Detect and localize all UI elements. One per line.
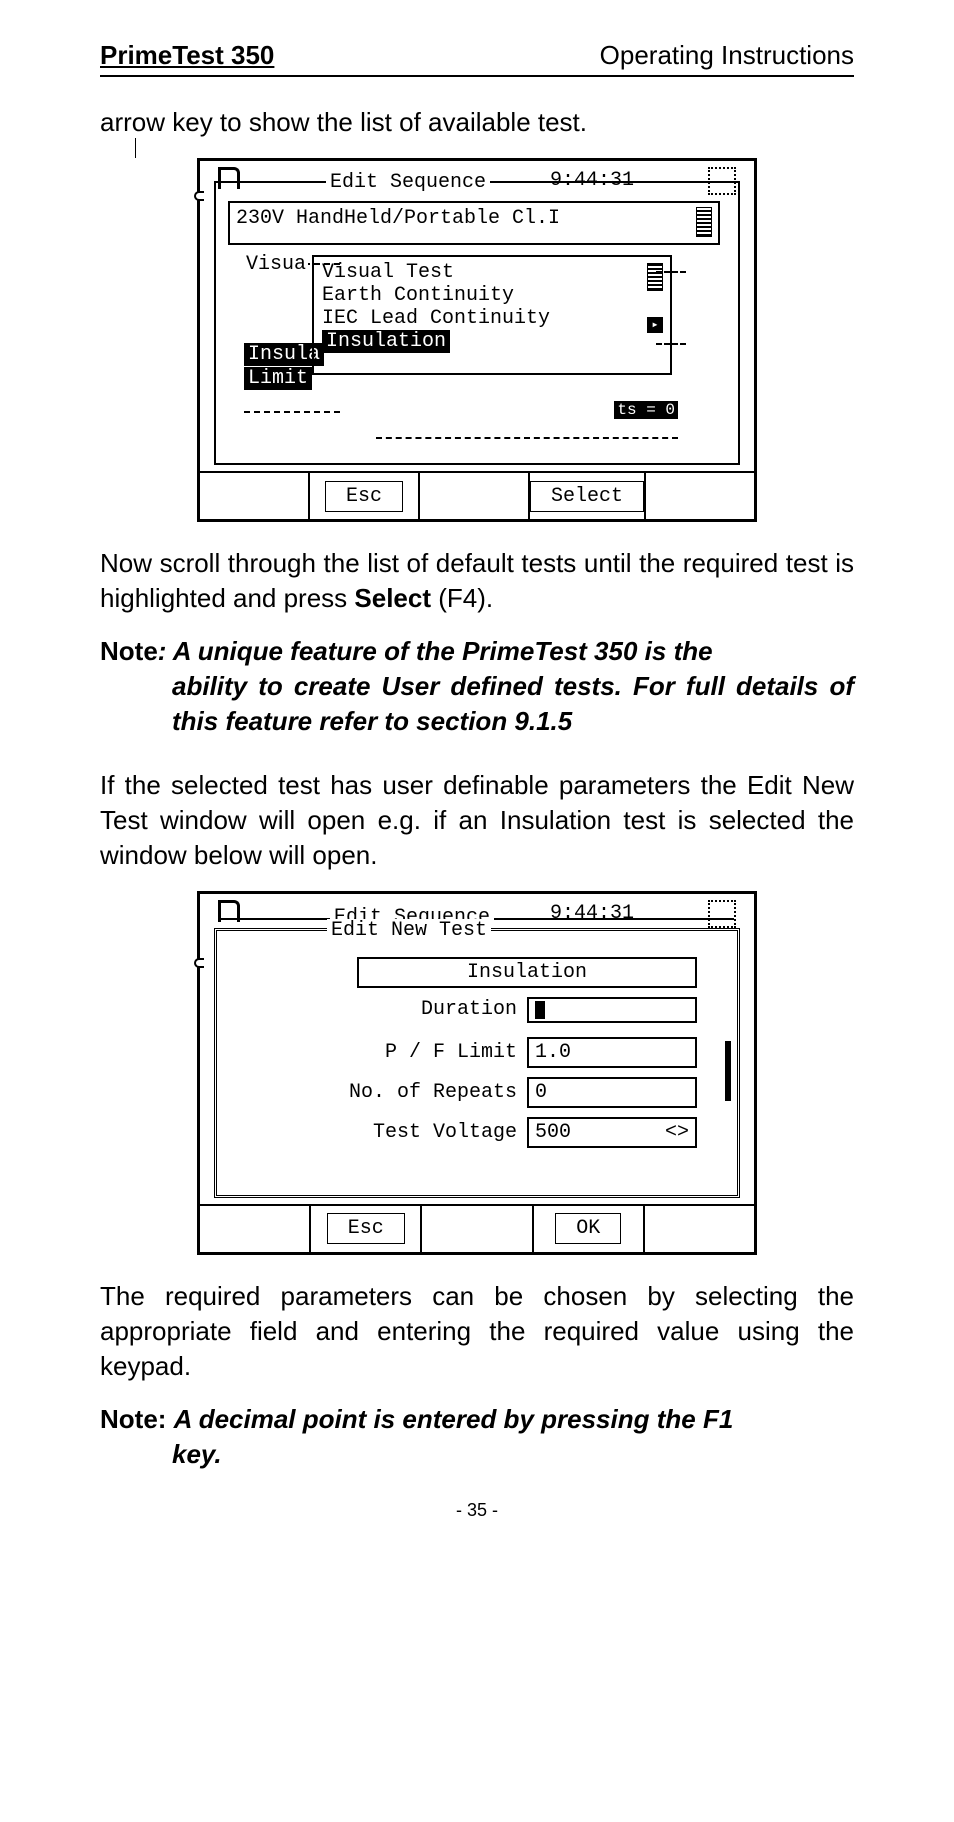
softkey-f5[interactable] (646, 473, 754, 519)
ok-button[interactable]: OK (555, 1213, 621, 1244)
list-item[interactable]: IEC Lead Continuity (322, 307, 662, 330)
softkey-f5[interactable] (645, 1206, 754, 1252)
softkey-select[interactable]: Select (530, 473, 646, 519)
repeats-row: No. of Repeats 0 (257, 1077, 697, 1108)
header-rule (100, 75, 854, 77)
test-type-field[interactable]: Insulation (357, 957, 697, 988)
header-left: PrimeTest 350 (100, 40, 274, 71)
dash-connector (656, 343, 686, 345)
panel-title: Edit Sequence (326, 171, 490, 194)
note-2: Note: A decimal point is entered by pres… (100, 1402, 854, 1472)
scroll-indicator-icon (696, 207, 712, 237)
device-screenshot-2: 9:44:31 Edit Sequence Edit New Test Insu… (197, 891, 757, 1255)
paragraph-4: The required parameters can be chosen by… (100, 1279, 854, 1384)
side-label-limit: Limit (244, 367, 312, 390)
softkey-esc[interactable]: Esc (311, 1206, 422, 1252)
battery-icon (708, 900, 736, 928)
repeats-input[interactable]: 0 (527, 1077, 697, 1108)
clock: 9:44:31 (550, 902, 634, 925)
arrows-icon[interactable]: <> (665, 1121, 689, 1144)
edit-new-test-panel: Edit New Test Insulation Duration P / F … (214, 928, 740, 1198)
softkey-esc[interactable]: Esc (310, 473, 420, 519)
pf-limit-input[interactable]: 1.0 (527, 1037, 697, 1068)
pf-limit-row: P / F Limit 1.0 (257, 1037, 697, 1068)
list-item-selected[interactable]: Insulation (322, 330, 450, 353)
list-item[interactable]: Visual Test (322, 261, 662, 284)
list-item[interactable]: Earth Continuity (322, 284, 662, 307)
note-1: Note: A unique feature of the PrimeTest … (100, 634, 854, 739)
panel-title-inner: Edit New Test (327, 919, 491, 942)
test-list[interactable]: Visual Test Earth Continuity IEC Lead Co… (312, 255, 672, 375)
cursor-icon (535, 1001, 545, 1019)
softkey-row: Esc Select (200, 471, 754, 519)
voltage-row: Test Voltage 500<> (257, 1117, 697, 1148)
select-button[interactable]: Select (530, 481, 644, 512)
esc-button[interactable]: Esc (325, 481, 403, 512)
softkey-f1[interactable] (200, 1206, 311, 1252)
voltage-label: Test Voltage (257, 1121, 527, 1144)
header-right: Operating Instructions (600, 40, 854, 71)
caret-mark (135, 138, 136, 158)
voltage-input[interactable]: 500<> (527, 1117, 697, 1148)
softkey-f3[interactable] (420, 473, 530, 519)
pf-limit-label: P / F Limit (257, 1041, 527, 1064)
page-header: PrimeTest 350 Operating Instructions (100, 40, 854, 71)
sequence-name-text: 230V HandHeld/Portable Cl.I (236, 207, 560, 230)
paragraph-3: If the selected test has user definable … (100, 768, 854, 873)
repeats-label: No. of Repeats (257, 1081, 527, 1104)
sequence-name-field[interactable]: 230V HandHeld/Portable Cl.I (228, 201, 720, 245)
duration-input[interactable] (527, 997, 697, 1023)
device-screenshot-1: 9:44:31 Edit Sequence 230V HandHeld/Port… (197, 158, 757, 522)
scroll-track-icon (647, 263, 663, 291)
edit-sequence-panel: Edit Sequence 230V HandHeld/Portable Cl.… (214, 181, 740, 465)
intro-text: arrow key to show the list of available … (100, 105, 854, 140)
page-number: - 35 - (100, 1500, 854, 1521)
dash-row (376, 437, 678, 439)
note-label: Note (100, 636, 158, 666)
paragraph-2: Now scroll through the list of default t… (100, 546, 854, 616)
left-notch-icon (194, 191, 204, 201)
softkey-row: Esc OK (200, 1204, 754, 1252)
duration-row: Duration (257, 997, 697, 1023)
left-notch-icon (194, 958, 204, 968)
right-scroll-icon (725, 1041, 731, 1101)
ts-indicator: ts = 0 (614, 401, 678, 419)
list-scrollbar[interactable]: ▸ (646, 263, 664, 333)
duration-label: Duration (257, 998, 527, 1021)
scroll-down-icon[interactable]: ▸ (647, 317, 663, 333)
softkey-f1[interactable] (200, 473, 310, 519)
esc-button[interactable]: Esc (327, 1213, 405, 1244)
softkey-f3[interactable] (422, 1206, 533, 1252)
side-label-visual: Visua (244, 253, 308, 276)
note-label: Note: (100, 1404, 174, 1434)
softkey-ok[interactable]: OK (534, 1206, 645, 1252)
dash-connector (656, 271, 686, 273)
